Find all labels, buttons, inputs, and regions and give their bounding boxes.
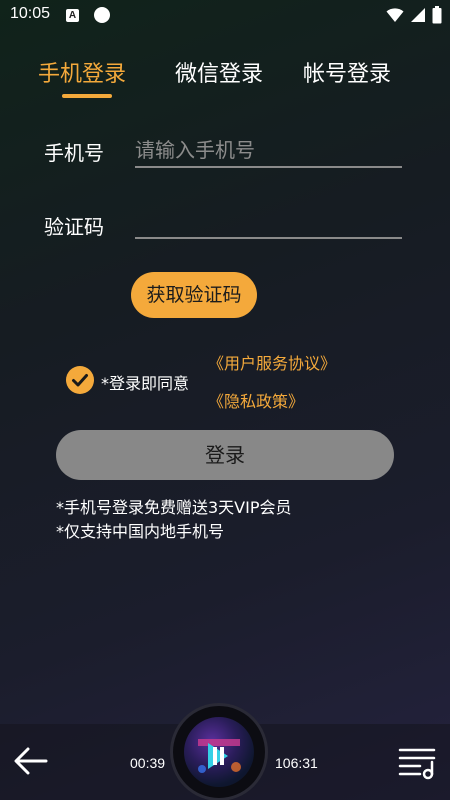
code-label: 验证码 xyxy=(44,215,104,239)
total-time: 106:31 xyxy=(275,755,318,771)
active-tab-indicator xyxy=(62,94,112,98)
privacy-link[interactable]: 《隐私政策》 xyxy=(208,388,304,412)
elapsed-time: 00:39 xyxy=(130,755,166,771)
vip-note: *手机号登录免费赠送3天VIP会员 xyxy=(56,498,292,517)
circle-icon xyxy=(94,7,110,23)
status-bar: 10:05 A xyxy=(0,0,450,32)
a-icon: A xyxy=(66,9,79,22)
terms-link[interactable]: 《用户服务协议》 xyxy=(208,350,336,374)
signal-icon xyxy=(411,8,425,22)
status-time: 10:05 xyxy=(10,5,51,22)
play-logo-icon xyxy=(198,739,241,773)
check-icon xyxy=(72,374,88,387)
get-code-button[interactable]: 获取验证码 xyxy=(131,272,257,318)
login-button[interactable]: 登录 xyxy=(56,430,394,480)
album-art xyxy=(184,717,254,787)
tab-account-login[interactable]: 帐号登录 xyxy=(303,56,391,88)
arrow-left-icon[interactable] xyxy=(12,742,50,780)
status-icons xyxy=(386,6,442,24)
phone-input[interactable] xyxy=(135,134,402,168)
tab-wechat-login[interactable]: 微信登录 xyxy=(175,56,263,88)
battery-icon xyxy=(432,6,442,24)
wifi-icon xyxy=(386,8,404,22)
phone-label: 手机号 xyxy=(44,141,104,165)
playlist-icon[interactable] xyxy=(398,744,438,780)
region-note: *仅支持中国内地手机号 xyxy=(56,522,225,541)
agree-checkbox[interactable] xyxy=(66,366,94,394)
tab-phone-login[interactable]: 手机登录 xyxy=(38,56,126,88)
code-input[interactable] xyxy=(135,205,402,239)
agree-text: *登录即同意 xyxy=(101,374,190,393)
